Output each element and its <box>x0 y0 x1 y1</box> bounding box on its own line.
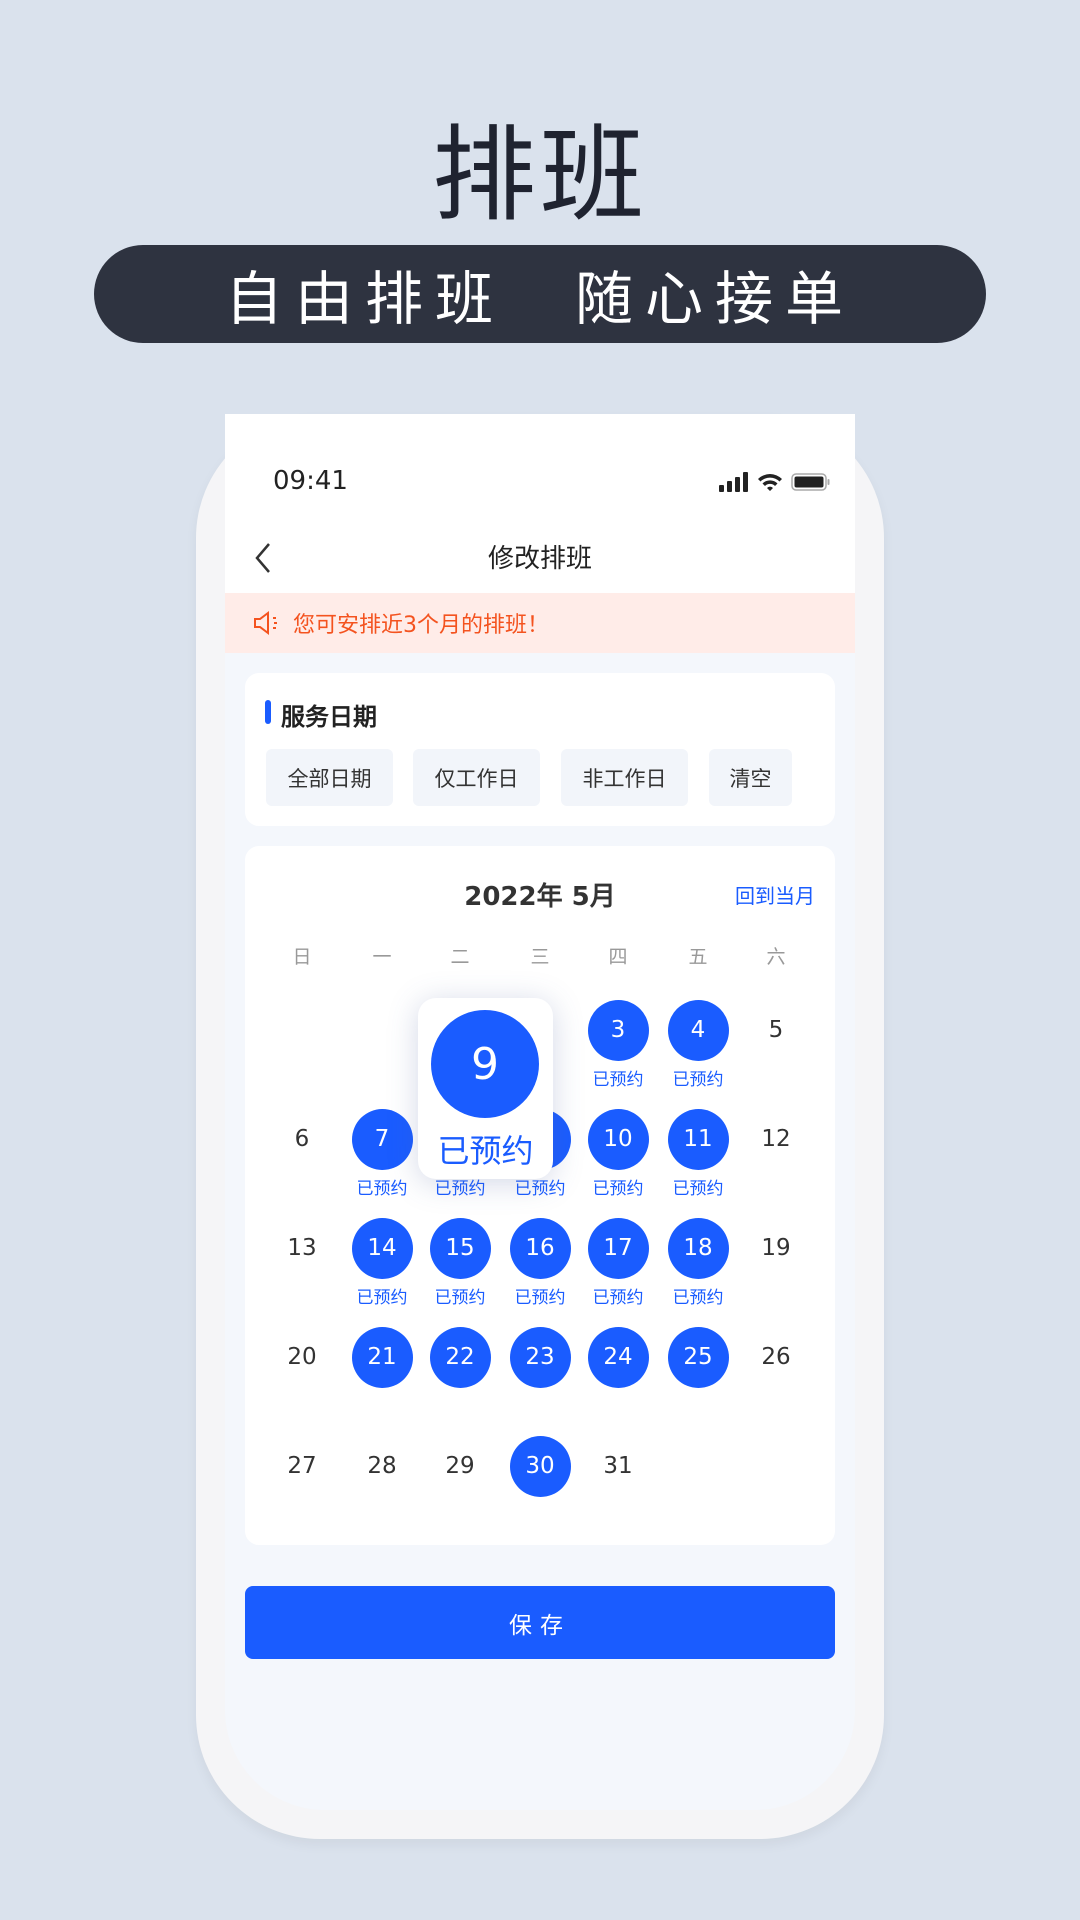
signal-icon <box>719 472 748 492</box>
calendar-day[interactable]: 23 <box>509 1326 571 1388</box>
header: 09:41 修改排班 <box>225 414 855 593</box>
calendar-day[interactable]: 14 <box>351 1217 413 1279</box>
calendar-day[interactable]: 26 <box>746 1327 807 1388</box>
calendar-day[interactable]: 27 <box>272 1436 333 1497</box>
weekday-header: 三 <box>530 946 550 968</box>
booked-label: 已预约 <box>356 1179 408 1199</box>
calendar-day[interactable]: 20 <box>272 1327 333 1388</box>
booked-label: 已预约 <box>356 1288 408 1308</box>
weekday-header: 六 <box>766 946 786 968</box>
speaker-icon <box>254 611 277 635</box>
chip-clear[interactable]: 清空 <box>709 749 792 806</box>
calendar-day[interactable]: 5 <box>746 1000 807 1061</box>
app-screen: 09:41 修改排班 您可安排近3个月的排班！ 服务日期 全部日期 仅工作日 非… <box>225 414 855 1810</box>
booked-label: 已预约 <box>434 1288 486 1308</box>
calendar-day[interactable]: 10 <box>587 1108 649 1170</box>
battery-icon <box>791 473 830 491</box>
calendar-card: 2022年 5月 回到当月 日一二三四五六123已预约4已预约567已预约8已预… <box>245 846 835 1545</box>
calendar-day[interactable]: 24 <box>587 1326 649 1388</box>
calendar-day[interactable]: 17 <box>587 1217 649 1279</box>
calendar-day[interactable]: 31 <box>588 1436 649 1497</box>
booked-label: 已预约 <box>672 1288 724 1308</box>
calendar-day[interactable]: 19 <box>746 1218 807 1279</box>
calendar-day[interactable]: 22 <box>429 1326 491 1388</box>
chip-all-dates[interactable]: 全部日期 <box>266 749 393 806</box>
calendar-day[interactable]: 6 <box>272 1109 333 1170</box>
calendar-day[interactable]: 7 <box>351 1108 413 1170</box>
calendar-day[interactable]: 21 <box>351 1326 413 1388</box>
popup-day: 9 <box>431 1010 539 1118</box>
weekday-header: 四 <box>608 946 628 968</box>
booked-label: 已预约 <box>514 1288 566 1308</box>
back-to-current-month-link[interactable]: 回到当月 <box>735 880 815 909</box>
calendar-day[interactable]: 3 <box>587 999 649 1061</box>
booked-label: 已预约 <box>672 1179 724 1199</box>
calendar-day[interactable]: 4 <box>667 999 729 1061</box>
hero-title: 排班 <box>431 114 648 236</box>
chip-non-workdays[interactable]: 非工作日 <box>561 749 688 806</box>
calendar-day[interactable]: 15 <box>429 1217 491 1279</box>
service-date-card: 服务日期 全部日期 仅工作日 非工作日 清空 <box>245 673 835 826</box>
calendar-day[interactable]: 25 <box>667 1326 729 1388</box>
slogan-banner: 自由排班 随心接单 <box>94 245 986 343</box>
calendar-day[interactable]: 29 <box>430 1436 491 1497</box>
phone-frame: 09:41 修改排班 您可安排近3个月的排班！ 服务日期 全部日期 仅工作日 非… <box>196 414 884 1839</box>
calendar-day[interactable]: 18 <box>667 1217 729 1279</box>
calendar-day[interactable]: 16 <box>509 1217 571 1279</box>
popup-label: 已预约 <box>437 1132 534 1170</box>
wifi-icon <box>758 474 782 491</box>
day-preview-popup: 9 已预约 <box>418 998 553 1179</box>
calendar-day[interactable]: 13 <box>272 1218 333 1279</box>
notice-bar: 您可安排近3个月的排班！ <box>225 593 855 653</box>
weekday-header: 一 <box>372 946 392 968</box>
calendar-day[interactable]: 30 <box>509 1435 571 1497</box>
booked-label: 已预约 <box>672 1070 724 1090</box>
calendar-day[interactable]: 11 <box>667 1108 729 1170</box>
weekday-header: 五 <box>688 946 708 968</box>
status-icons <box>719 472 831 492</box>
calendar-day[interactable]: 12 <box>746 1109 807 1170</box>
section-title: 服务日期 <box>265 697 377 732</box>
status-time: 09:41 <box>273 466 348 496</box>
save-button[interactable]: 保存 <box>245 1586 835 1659</box>
notice-text: 您可安排近3个月的排班！ <box>293 613 549 638</box>
weekday-header: 二 <box>450 946 470 968</box>
booked-label: 已预约 <box>592 1288 644 1308</box>
page-title: 修改排班 <box>487 544 592 574</box>
booked-label: 已预约 <box>592 1179 644 1199</box>
booked-label: 已预约 <box>592 1070 644 1090</box>
chip-workdays[interactable]: 仅工作日 <box>413 749 540 806</box>
weekday-header: 日 <box>292 946 312 968</box>
calendar-day[interactable]: 28 <box>352 1436 413 1497</box>
